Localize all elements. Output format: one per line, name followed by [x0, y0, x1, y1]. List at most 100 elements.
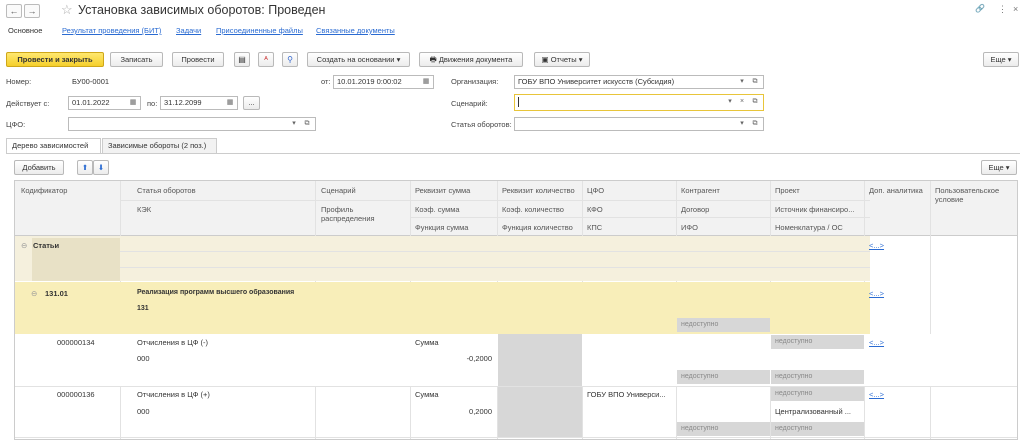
col-project[interactable]: Проект	[775, 186, 800, 195]
extra-analytics-link[interactable]: <...>	[869, 289, 884, 298]
move-up-icon[interactable]: ⬆	[77, 160, 93, 175]
period-select-button[interactable]: ...	[243, 96, 260, 110]
unavailable-cell: недоступно	[771, 370, 864, 384]
codifier-cell: 000000136	[57, 390, 95, 399]
col-ifo[interactable]: ИФО	[681, 223, 698, 232]
calendar-icon[interactable]: ▦	[225, 98, 235, 108]
create-based-on-button[interactable]: Создать на основании ▾	[307, 52, 410, 67]
valid-to-field[interactable]: 31.12.2099 ▦	[160, 96, 238, 110]
cfo-label: ЦФО:	[6, 120, 26, 129]
col-kps[interactable]: КПС	[587, 223, 602, 232]
disabled-cell	[498, 334, 582, 386]
col-sum-function[interactable]: Функция сумма	[415, 223, 468, 232]
col-sum-coef[interactable]: Коэф. сумма	[415, 205, 460, 214]
valid-to-label: по:	[147, 99, 158, 108]
forward-button[interactable]: →	[24, 4, 40, 18]
valid-from-field[interactable]: 01.01.2022 ▦	[68, 96, 141, 110]
post-and-close-button[interactable]: Провести и закрыть	[6, 52, 104, 67]
col-nomenclature[interactable]: Номенклатура / ОС	[775, 223, 843, 232]
post-button[interactable]: Провести	[172, 52, 224, 67]
col-qty-function[interactable]: Функция количество	[502, 223, 573, 232]
col-scenario[interactable]: Сценарий	[321, 186, 356, 195]
col-kfo[interactable]: КФО	[587, 205, 603, 214]
document-movements-button[interactable]: 🖶 Движения документа	[419, 52, 523, 67]
collapse-icon[interactable]: ⊖	[31, 289, 37, 298]
col-cfo[interactable]: ЦФО	[587, 186, 604, 195]
tab-tasks[interactable]: Задачи	[176, 26, 201, 35]
close-icon[interactable]: ×	[1013, 4, 1018, 14]
organization-label: Организация:	[451, 77, 499, 86]
favorite-star-icon[interactable]: ☆	[61, 2, 73, 18]
save-button[interactable]: Записать	[110, 52, 163, 67]
valid-from-label: Действует с:	[6, 99, 50, 108]
col-qty-coef[interactable]: Коэф. количество	[502, 205, 564, 214]
col-kek[interactable]: КЭК	[137, 205, 151, 214]
unavailable-cell: недоступно	[677, 318, 770, 332]
dropdown-icon[interactable]: ▾	[289, 119, 299, 129]
document-list-icon[interactable]: ▤	[234, 52, 250, 67]
more-label: Еще	[990, 55, 1006, 64]
extra-analytics-link[interactable]: <...>	[869, 390, 884, 399]
tab-attached-files[interactable]: Присоединенные файлы	[216, 26, 303, 35]
clear-icon[interactable]: ×	[737, 97, 747, 107]
col-counterparty[interactable]: Контрагент	[681, 186, 720, 195]
dropdown-icon[interactable]: ▾	[725, 97, 735, 107]
tab-dependent-turnovers[interactable]: Зависимые обороты (2 поз.)	[102, 138, 217, 154]
dropdown-icon[interactable]: ▾	[737, 119, 747, 129]
dropdown-icon[interactable]: ▾	[737, 77, 747, 87]
window-header: ← → ☆ Установка зависимых оборотов: Пров…	[0, 0, 1024, 22]
valid-from-value: 01.01.2022	[72, 98, 110, 107]
open-link-icon[interactable]: ⧉	[750, 77, 760, 87]
tab-posting-result[interactable]: Результат проведения (БИТ)	[62, 26, 161, 35]
reports-button[interactable]: ▣ Отчеты ▾	[534, 52, 590, 67]
tab-dependency-tree[interactable]: Дерево зависимостей	[6, 138, 101, 154]
col-qty-attr[interactable]: Реквизит количество	[502, 186, 575, 195]
collapse-icon[interactable]: ⊖	[21, 241, 27, 250]
calendar-icon[interactable]: ▦	[421, 77, 431, 87]
open-link-icon[interactable]: ⧉	[750, 119, 760, 129]
disabled-cell	[498, 387, 582, 437]
col-sum-attr[interactable]: Реквизит сумма	[415, 186, 470, 195]
grid-more-button[interactable]: Еще ▾	[981, 160, 1017, 175]
tab-main[interactable]: Основное	[8, 26, 42, 35]
kek-cell: 000	[137, 354, 150, 363]
calendar-icon[interactable]: ▦	[128, 98, 138, 108]
turnover-article-field[interactable]: ▾ ⧉	[514, 117, 764, 131]
open-link-icon[interactable]: ⧉	[750, 97, 760, 107]
structure-icon[interactable]: ⚲	[282, 52, 298, 67]
scenario-field[interactable]: ▾ × ⧉	[514, 94, 764, 111]
organization-field[interactable]: ГОБУ ВПО Университет искусств (Субсидия)…	[514, 75, 764, 89]
add-row-button[interactable]: Добавить	[14, 160, 64, 175]
col-extra-analytics[interactable]: Доп. аналитика	[869, 186, 923, 195]
date-from-label: от:	[321, 77, 331, 86]
unavailable-cell: недоступно	[771, 422, 864, 436]
table-row[interactable]	[15, 236, 870, 281]
dependency-tree-grid: Кодификатор Статья оборотов Сценарий Рек…	[14, 180, 1018, 440]
tab-related-docs[interactable]: Связанные документы	[316, 26, 395, 35]
debit-credit-icon[interactable]: ᴬ	[258, 52, 274, 67]
link-icon[interactable]: 🔗	[975, 4, 985, 13]
move-down-icon[interactable]: ⬇	[93, 160, 109, 175]
extra-analytics-link[interactable]: <...>	[869, 338, 884, 347]
document-date-field[interactable]: 10.01.2019 0:00:02 ▦	[333, 75, 434, 89]
col-contract[interactable]: Договор	[681, 205, 709, 214]
open-link-icon[interactable]: ⧉	[302, 119, 312, 129]
more-button[interactable]: Еще ▾	[983, 52, 1019, 67]
kek-cell: 131	[137, 305, 149, 312]
group-label: Статьи	[33, 241, 60, 250]
col-turnover-article[interactable]: Статья оборотов	[137, 186, 196, 195]
unavailable-cell: недоступно	[677, 370, 770, 384]
movements-label: Движения документа	[438, 55, 513, 64]
back-button[interactable]: ←	[6, 4, 22, 18]
col-codifier[interactable]: Кодификатор	[21, 186, 67, 195]
extra-analytics-link[interactable]: <...>	[869, 241, 884, 250]
menu-icon[interactable]: ⋮	[998, 4, 1007, 15]
col-funding-source[interactable]: Источник финансиро...	[775, 205, 854, 214]
unavailable-cell: недоступно	[771, 335, 864, 349]
number-field[interactable]: БУ00-0001	[68, 75, 316, 89]
report-icon: ▣	[541, 55, 549, 64]
col-user-condition[interactable]: Пользовательское условие	[935, 186, 1015, 204]
col-distribution-profile[interactable]: Профиль распределения	[321, 205, 401, 223]
unavailable-cell: недоступно	[771, 387, 864, 401]
cfo-field[interactable]: ▾ ⧉	[68, 117, 316, 131]
